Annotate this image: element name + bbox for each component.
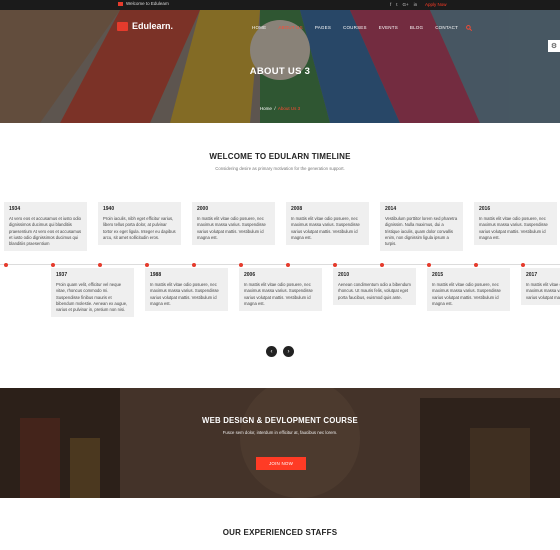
timeline-dot xyxy=(145,262,149,267)
prev-arrow-button[interactable]: ‹ xyxy=(266,346,277,357)
timeline-card-2000: 2000 In mattis elit vitae odio posuere, … xyxy=(192,202,275,246)
timeline-card-2008: 2008 In mattis elit vitae odio posuere, … xyxy=(286,202,369,246)
timeline-card-1937: 1937 Proin quam velit, efficitur vel neq… xyxy=(51,268,134,318)
timeline-dot xyxy=(51,262,55,267)
timeline-title: WELCOME TO EDULARN TIMELINE xyxy=(209,152,351,161)
nav-courses[interactable]: COURSES xyxy=(343,25,367,31)
timeline-card-2014: 2014 Vestibulum porttitor lorem sed phar… xyxy=(380,202,463,252)
nav-contact[interactable]: CONTACT xyxy=(435,25,458,31)
timeline-dot xyxy=(427,262,431,267)
main-nav: HOME ABOUT US PAGES COURSES EVENTS BLOG … xyxy=(252,25,473,31)
breadcrumb: Home / About Us 3 xyxy=(259,106,301,111)
timeline-dot xyxy=(521,262,525,267)
settings-gear-icon[interactable]: ⚙ xyxy=(548,40,560,52)
timeline-card-1934: 1934 At vero eos et accusamus et iusto o… xyxy=(4,202,87,252)
nav-pages[interactable]: PAGES xyxy=(315,25,331,31)
chevron-right-icon: › xyxy=(287,348,290,355)
twitter-icon[interactable]: t xyxy=(396,2,397,7)
course-banner: WEB DESIGN & DEVLOPMENT COURSE Fusce sem… xyxy=(0,388,560,498)
nav-blog[interactable]: BLOG xyxy=(410,25,423,31)
site-logo[interactable]: Edulearn. xyxy=(117,21,173,31)
breadcrumb-home[interactable]: Home xyxy=(260,106,272,111)
timeline-dot xyxy=(192,262,196,267)
course-subtitle: Fusce sem dolor, interdum in efficitur a… xyxy=(222,430,338,435)
search-icon[interactable] xyxy=(466,25,473,31)
timeline-dot xyxy=(380,262,384,267)
nav-events[interactable]: EVENTS xyxy=(379,25,398,31)
page-hero: Edulearn. HOME ABOUT US PAGES COURSES EV… xyxy=(0,10,560,123)
timeline-dot xyxy=(98,262,102,267)
timeline-card-2017: 2017 In mattis elit vitae odio posuere, … xyxy=(521,268,560,305)
timeline-dot xyxy=(286,262,290,267)
linkedin-icon[interactable]: in xyxy=(414,2,418,7)
timeline-subtitle: Considering desire as primary motivation… xyxy=(215,166,345,171)
graduation-cap-icon xyxy=(117,21,128,31)
nav-home[interactable]: HOME xyxy=(252,25,266,31)
join-now-button[interactable]: JOIN NOW xyxy=(256,457,306,470)
timeline-card-1988: 1988 In mattis elit vitae odio posuere, … xyxy=(145,268,228,312)
page-title: ABOUT US 3 xyxy=(249,66,311,77)
mail-icon xyxy=(118,1,123,6)
timeline-card-2010: 2010 Aenean condimentum odio a bibendum … xyxy=(333,268,416,305)
timeline-dot xyxy=(239,262,243,267)
staff-section-title: OUR EXPERIENCED STAFFS xyxy=(222,528,338,537)
top-bar: Welcome to Edulearn f t G+ in Apply Now xyxy=(0,0,560,10)
timeline-card-2006: 2006 In mattis elit vitae odio posuere, … xyxy=(239,268,322,312)
nav-about-us[interactable]: ABOUT US xyxy=(278,25,303,31)
social-links: f t G+ in xyxy=(390,2,417,7)
facebook-icon[interactable]: f xyxy=(390,2,391,7)
breadcrumb-current: About Us 3 xyxy=(277,106,301,111)
course-title: WEB DESIGN & DEVLOPMENT COURSE xyxy=(202,416,358,425)
apply-now-link[interactable]: Apply Now xyxy=(425,2,447,7)
course-overlay xyxy=(0,388,560,498)
timeline-dot xyxy=(4,262,8,267)
chevron-left-icon: ‹ xyxy=(270,348,273,355)
timeline-card-2016: 2016 In mattis elit vitae odio posuere, … xyxy=(474,202,557,246)
next-arrow-button[interactable]: › xyxy=(283,346,294,357)
timeline-card-1940: 1940 Proin iaculis, nibh eget efficitur … xyxy=(98,202,181,246)
timeline-dot xyxy=(474,262,478,267)
timeline-dot xyxy=(333,262,337,267)
google-plus-icon[interactable]: G+ xyxy=(403,2,409,7)
timeline-card-2015: 2015 In mattis elit vitae odio posuere, … xyxy=(427,268,510,312)
welcome-message: Welcome to Edulearn xyxy=(118,1,169,6)
